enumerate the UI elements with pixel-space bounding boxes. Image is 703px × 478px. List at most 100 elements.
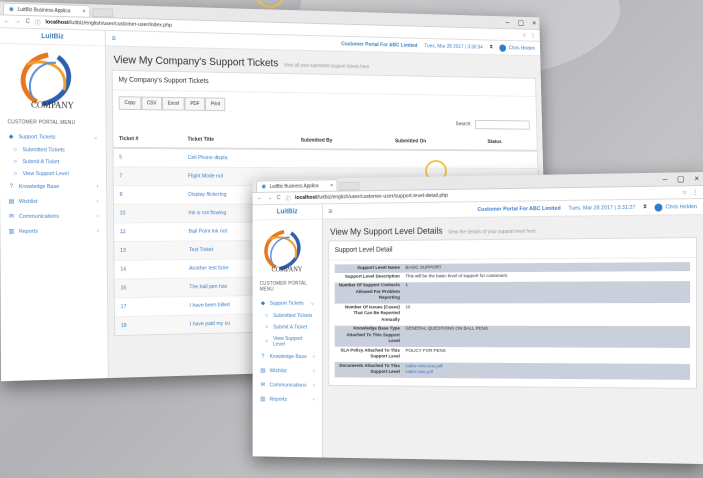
menu-dots-icon[interactable]: ⋮ (692, 189, 698, 196)
ticket-number: 14 (114, 259, 184, 280)
ticket-title-link[interactable]: The ball pen has (189, 284, 227, 290)
print-button[interactable]: Print (205, 97, 226, 112)
sidebar-item-support-tickets[interactable]: ◆ Support Tickets ⌄ (0, 129, 106, 145)
ticket-title-link[interactable]: Display flickering (188, 192, 226, 198)
sidebar-item-wishlist[interactable]: ▤ Wishlist ‹ (0, 194, 106, 209)
ticket-title-link[interactable]: Another test ticke (189, 265, 229, 271)
datetime: Tues, Mar 28 2017 | 3:30:34 (424, 43, 483, 50)
column-header-submitted-on[interactable]: Submitted On (389, 133, 483, 151)
hamburger-menu-icon[interactable]: ≡ (111, 34, 116, 43)
sidebar-item-wishlist[interactable]: ▤ Wishlist ‹ (253, 363, 322, 378)
ticket-title-link[interactable]: Flight Mode not (188, 174, 223, 180)
back-icon[interactable]: ← (4, 18, 10, 24)
detail-label: Support Level Name (334, 263, 403, 274)
info-icon[interactable]: ⓘ (285, 194, 290, 203)
sidebar-item-communications[interactable]: ✉ Communications ‹ (0, 209, 106, 224)
ticket-number-link[interactable]: 18 (121, 323, 127, 329)
close-tab-icon[interactable]: × (330, 183, 333, 189)
sidebar-item-support-tickets[interactable]: ◆ Support Tickets ⌄ (253, 296, 322, 310)
sidebar-item-submit-ticket[interactable]: ○ Submit A Ticket (0, 156, 106, 168)
menu-dots-icon[interactable]: ⋮ (531, 32, 536, 39)
ticket-title-link[interactable]: Ball Point Ink not (189, 229, 227, 235)
detail-label: Number Of Support Contacts Allowed For P… (334, 282, 403, 304)
sidebar-item-submit-ticket[interactable]: ○ Submit A Ticket (253, 322, 322, 333)
hourglass-icon[interactable]: ⧗ (643, 204, 647, 211)
maximize-icon[interactable]: ▢ (518, 19, 524, 27)
menu-header: CUSTOMER PORTAL MENU (259, 280, 307, 293)
ticket-number-link[interactable]: 5 (119, 155, 122, 161)
ticket-icon: ◆ (260, 300, 265, 307)
chat-icon: ✉ (9, 213, 15, 220)
page-title: View My Company's Support Tickets (113, 54, 279, 70)
company-logo: COMPANY (0, 44, 105, 117)
ticket-title-link[interactable]: Ink is not flowing (188, 210, 226, 216)
ticket-number-link[interactable]: 14 (120, 267, 126, 273)
csv-button[interactable]: CSV (141, 96, 163, 111)
ticket-number-link[interactable]: 16 (120, 285, 126, 291)
close-window-icon[interactable]: × (532, 19, 536, 27)
info-icon[interactable]: ⓘ (35, 18, 41, 27)
excel-button[interactable]: Excel (162, 96, 185, 111)
browser-tab[interactable]: ◉ LuitBiz Business Applica × (256, 179, 338, 192)
sidebar-item-knowledge-base[interactable]: ? Knowledge Base ‹ (253, 350, 322, 364)
maximize-icon[interactable]: ▢ (677, 174, 684, 183)
document-link[interactable]: luitbiz-new-test.pdf (405, 364, 442, 369)
column-header-ticket-title[interactable]: Ticket Title (181, 131, 296, 150)
ticket-number: 12 (114, 222, 184, 242)
sidebar-item-reports[interactable]: ▥ Reports ‹ (0, 223, 106, 239)
minimize-icon[interactable]: – (663, 175, 667, 184)
chat-icon: ✉ (260, 382, 266, 389)
new-tab-button[interactable] (92, 8, 114, 18)
hamburger-menu-icon[interactable]: ≡ (328, 207, 332, 216)
ticket-title-link[interactable]: I have been billed (190, 302, 230, 309)
forward-icon[interactable]: → (15, 19, 21, 25)
document-link[interactable]: luitbiz-test.pdf (405, 370, 433, 375)
bookmark-star-icon[interactable]: ☆ (682, 189, 687, 196)
ticket-number-link[interactable]: 13 (120, 248, 126, 254)
avatar (499, 43, 507, 52)
pdf-button[interactable]: PDF (184, 97, 206, 111)
column-header-status[interactable]: Status (482, 134, 537, 151)
search-input[interactable] (474, 119, 530, 130)
sidebar-item-submitted-tickets[interactable]: ○ Submitted Tickets (0, 144, 106, 157)
ticket-title-link[interactable]: Test Ticket (189, 247, 213, 253)
detail-label: Number Of Issues (Cases) That Can Be Rep… (344, 305, 400, 323)
minimize-icon[interactable]: – (506, 18, 510, 26)
user-menu[interactable]: Chris Holden (654, 203, 697, 212)
close-window-icon[interactable]: × (694, 174, 699, 183)
ticket-number-link[interactable]: 7 (119, 173, 122, 179)
sidebar-item-view-support-level[interactable]: ○ View Support Level (0, 168, 106, 180)
sidebar-item-reports[interactable]: ▥ Reports ‹ (253, 392, 322, 407)
user-menu[interactable]: Chris Holden (499, 43, 535, 52)
brand-name[interactable]: LuitBiz (252, 204, 322, 221)
page-title: View My Support Level Details (330, 225, 443, 237)
ticket-title-link[interactable]: I have paid my su (190, 321, 230, 328)
chevron-left-icon: ‹ (312, 382, 315, 389)
ticket-number-link[interactable]: 8 (120, 192, 123, 198)
ticket-title-link[interactable]: Cell Phone displa (188, 155, 228, 161)
column-header-submitted-by[interactable]: Submitted By (295, 132, 390, 150)
sidebar-item-submitted-tickets[interactable]: ○ Submitted Tickets (253, 310, 322, 321)
reload-icon[interactable]: C (277, 195, 281, 201)
logo-text: COMPANY (272, 267, 303, 274)
column-header-ticket-number[interactable]: Ticket # (113, 131, 183, 149)
table-row[interactable]: 5 Cell Phone displa (113, 147, 538, 169)
new-tab-button[interactable] (339, 181, 360, 191)
close-tab-icon[interactable]: × (83, 8, 86, 14)
copy-button[interactable]: Copy (118, 96, 142, 111)
ticket-number-link[interactable]: 12 (120, 229, 126, 235)
bookmark-star-icon[interactable]: ☆ (522, 32, 527, 39)
back-icon[interactable]: ← (257, 196, 262, 202)
hourglass-icon[interactable]: ⧗ (489, 44, 492, 50)
support-level-panel: Support Level Detail Support Level Name B… (328, 237, 698, 389)
ticket-number-link[interactable]: 17 (121, 304, 127, 310)
forward-icon[interactable]: → (267, 195, 272, 201)
reload-icon[interactable]: C (26, 19, 30, 25)
sidebar-item-knowledge-base[interactable]: ? Knowledge Base ‹ (0, 180, 106, 194)
sidebar-item-view-support-level[interactable]: ○ View Support Level (253, 333, 322, 350)
browser-tab[interactable]: ◉ LuitBiz Business Applica × (3, 2, 91, 17)
ticket-number-link[interactable]: 10 (120, 211, 126, 217)
sidebar-item-communications[interactable]: ✉ Communications ‹ (253, 378, 322, 393)
chevron-left-icon: ‹ (312, 354, 315, 361)
ticket-number: 18 (114, 315, 185, 336)
